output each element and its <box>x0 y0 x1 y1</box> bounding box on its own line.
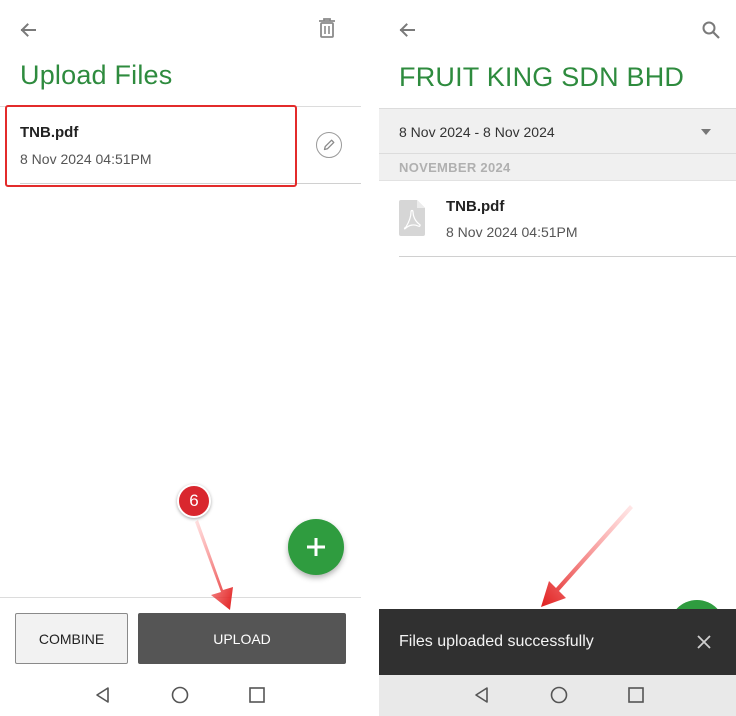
upload-files-screen: Upload Files TNB.pdf 8 Nov 2024 04:51PM … <box>0 0 361 716</box>
divider <box>0 597 361 598</box>
date-range-label: 8 Nov 2024 - 8 Nov 2024 <box>399 124 555 140</box>
close-icon <box>697 635 711 649</box>
square-recents-icon <box>628 687 644 703</box>
pencil-icon <box>323 139 335 151</box>
back-button[interactable] <box>393 16 421 44</box>
search-button[interactable] <box>697 16 725 44</box>
triangle-back-icon <box>96 687 109 703</box>
add-file-button[interactable] <box>288 519 344 575</box>
trash-icon <box>319 18 335 38</box>
step-badge: 6 <box>177 484 211 518</box>
nav-home-button[interactable] <box>170 685 190 705</box>
pdf-file-icon <box>399 200 425 236</box>
arrow-left-icon <box>399 23 415 37</box>
chevron-down-icon <box>701 129 711 135</box>
edit-button[interactable] <box>316 132 342 158</box>
delete-button[interactable] <box>313 14 341 42</box>
highlight-annotation <box>5 105 297 187</box>
list-item[interactable]: TNB.pdf 8 Nov 2024 04:51PM <box>379 181 736 257</box>
date-range-filter[interactable]: 8 Nov 2024 - 8 Nov 2024 <box>379 108 736 154</box>
nav-recents-button[interactable] <box>626 685 646 705</box>
page-title: FRUIT KING SDN BHD <box>399 62 685 92</box>
plus-icon <box>307 538 325 556</box>
triangle-back-icon <box>475 687 488 703</box>
system-nav-bar <box>0 675 361 716</box>
nav-back-button[interactable] <box>93 685 113 705</box>
page-title: Upload Files <box>20 60 173 90</box>
circle-home-icon <box>171 686 189 704</box>
arrow-left-icon <box>20 23 36 37</box>
dismiss-button[interactable] <box>693 631 715 653</box>
file-name: TNB.pdf <box>446 198 505 215</box>
circle-home-icon <box>550 686 568 704</box>
combine-button[interactable]: COMBINE <box>15 613 128 664</box>
nav-back-button[interactable] <box>472 685 492 705</box>
square-recents-icon <box>249 687 265 703</box>
divider <box>399 256 736 257</box>
company-files-screen: FRUIT KING SDN BHD 8 Nov 2024 - 8 Nov 20… <box>379 0 736 716</box>
back-button[interactable] <box>14 16 42 44</box>
section-header: NOVEMBER 2024 <box>379 154 736 181</box>
system-nav-bar <box>379 675 736 716</box>
file-date: 8 Nov 2024 04:51PM <box>446 224 578 240</box>
snackbar: Files uploaded successfully <box>379 609 736 675</box>
nav-home-button[interactable] <box>549 685 569 705</box>
snackbar-message: Files uploaded successfully <box>399 633 594 650</box>
upload-button[interactable]: UPLOAD <box>138 613 346 664</box>
nav-recents-button[interactable] <box>247 685 267 705</box>
search-icon <box>702 21 720 39</box>
month-label: NOVEMBER 2024 <box>399 160 511 175</box>
